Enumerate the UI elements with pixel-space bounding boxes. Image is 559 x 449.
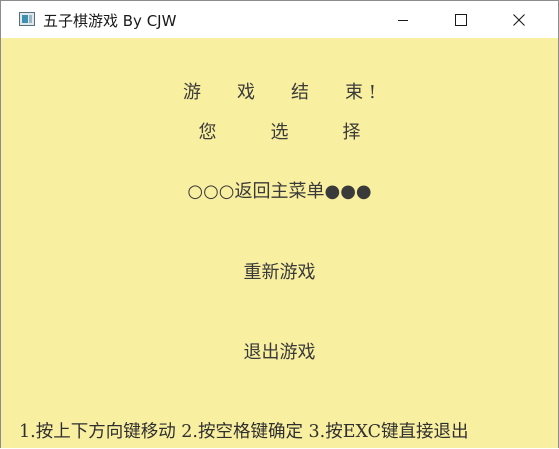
game-over-heading: 游 戏 结 束 ! [183,82,376,103]
menu-option-return-main-menu[interactable]: ○○○返回主菜单●●● [1,177,558,203]
game-window: 五子棋游戏 By CJW 游 戏 结 束 ! 您 选 择 ○○○返回主菜单●●●… [0,0,559,448]
window-title: 五子棋游戏 By CJW [43,12,177,30]
instructions-text: 1.按上下方向键移动 2.按空格键确定 3.按EXC键直接退出 [19,422,469,442]
game-over-screen: 游 戏 结 束 ! 您 选 择 ○○○返回主菜单●●● 重新游戏 退出游戏 1.… [1,38,558,449]
choose-prompt: 您 选 择 [198,122,361,143]
title-bar[interactable]: 五子棋游戏 By CJW [1,1,558,38]
minimize-icon [398,19,408,21]
menu-option-restart[interactable]: 重新游戏 [1,258,558,284]
close-button[interactable] [496,1,542,38]
minimize-button[interactable] [380,1,426,38]
menu-option-quit[interactable]: 退出游戏 [1,338,558,364]
maximize-button[interactable] [438,1,484,38]
app-icon [19,12,35,26]
close-icon [513,13,525,26]
maximize-icon [455,13,467,26]
